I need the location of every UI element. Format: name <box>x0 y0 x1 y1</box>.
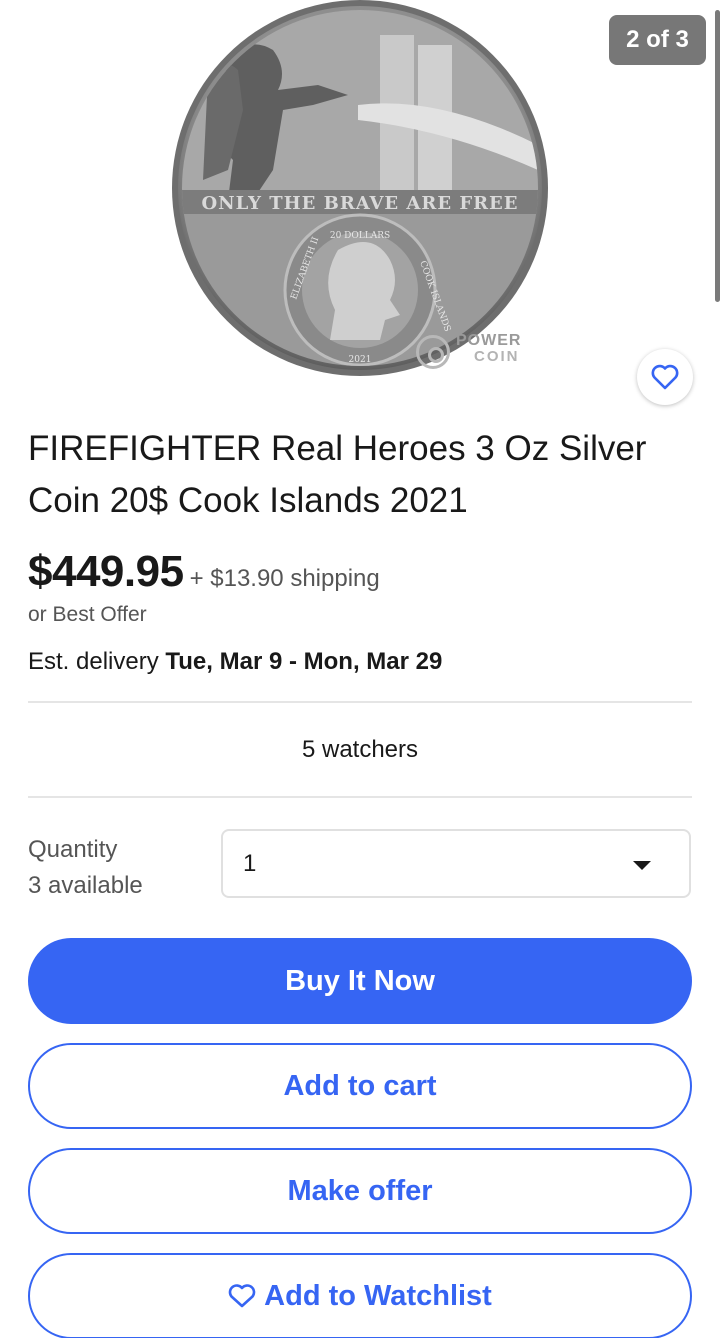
listing-title: FIREFIGHTER Real Heroes 3 Oz Silver Coin… <box>28 429 647 520</box>
quantity-available: 3 available <box>28 872 143 899</box>
power-coin-logo-icon <box>416 335 450 369</box>
watermark-line2: COIN <box>474 348 520 365</box>
make-offer-label: Make offer <box>287 1174 433 1207</box>
quantity-select[interactable]: 1 <box>221 829 691 898</box>
coin-year: 2021 <box>349 355 372 365</box>
buy-it-now-label: Buy It Now <box>285 964 435 997</box>
image-counter-badge: 2 of 3 <box>609 15 706 65</box>
scrollbar[interactable] <box>715 10 720 302</box>
image-gallery[interactable]: ONLY THE BRAVE ARE FREE 20 DOLLARS ELIZA… <box>0 0 720 410</box>
heart-icon <box>651 364 679 390</box>
add-to-watchlist-label: Add to Watchlist <box>264 1279 492 1312</box>
power-coin-watermark: POWER COIN <box>416 333 546 373</box>
best-offer-text: or Best Offer <box>28 603 147 626</box>
shipping-cost: + $13.90 shipping <box>189 565 380 592</box>
quantity-info: Quantity 3 available <box>28 832 143 904</box>
coin-image: ONLY THE BRAVE ARE FREE 20 DOLLARS ELIZA… <box>172 0 548 376</box>
make-offer-button[interactable]: Make offer <box>28 1148 692 1234</box>
price-row: $449.95 + $13.90 shipping <box>28 547 380 597</box>
delivery-prefix: Est. delivery <box>28 648 159 675</box>
delivery-dates: Tue, Mar 9 - Mon, Mar 29 <box>165 648 443 675</box>
buy-it-now-button[interactable]: Buy It Now <box>28 938 692 1024</box>
add-to-cart-label: Add to cart <box>283 1069 437 1102</box>
divider <box>28 701 692 703</box>
coin-denomination: 20 DOLLARS <box>330 231 390 241</box>
divider <box>28 796 692 798</box>
price: $449.95 <box>28 547 184 596</box>
watchers-count: 5 watchers <box>301 736 419 763</box>
add-to-watchlist-button[interactable]: Add to Watchlist <box>28 1253 692 1338</box>
quantity-value: 1 <box>243 850 257 877</box>
caret-down-icon <box>633 861 651 870</box>
watermark-line1: POWER <box>456 332 522 349</box>
quantity-label: Quantity <box>28 836 118 863</box>
heart-icon <box>228 1284 256 1308</box>
coin-inscription: ONLY THE BRAVE ARE FREE <box>201 193 518 214</box>
add-to-cart-button[interactable]: Add to cart <box>28 1043 692 1129</box>
estimated-delivery: Est. delivery Tue, Mar 9 - Mon, Mar 29 <box>28 648 442 676</box>
favorite-button[interactable] <box>637 349 693 405</box>
